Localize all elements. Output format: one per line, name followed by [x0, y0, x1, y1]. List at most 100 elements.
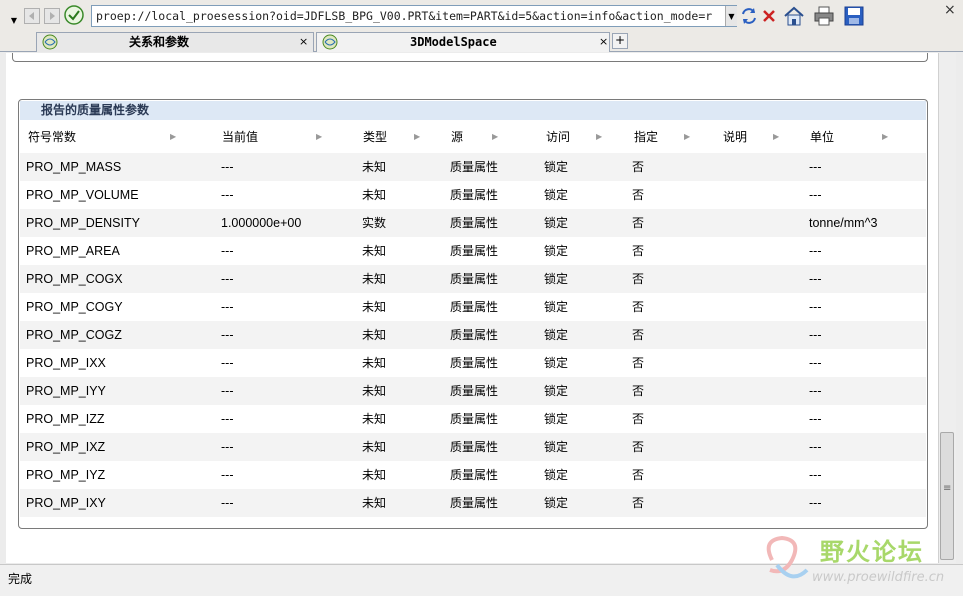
table-row[interactable]: PRO_MP_IXX --- 未知 质量属性 锁定 否 --- — [20, 349, 926, 377]
sort-arrow-icon[interactable]: ▶ — [684, 132, 690, 141]
cell-unit: --- — [809, 188, 822, 202]
printer-icon[interactable] — [812, 4, 836, 28]
table-header: 符号常数 ▶ 当前值 ▶ 类型 ▶ 源 ▶ 访问 ▶ 指定 ▶ 说明 ▶ 单位 … — [20, 122, 926, 152]
sort-arrow-icon[interactable]: ▶ — [773, 132, 779, 141]
cell-type: 未知 — [362, 384, 387, 398]
cell-designated: 否 — [632, 440, 645, 454]
table-row[interactable]: PRO_MP_COGX --- 未知 质量属性 锁定 否 --- — [20, 265, 926, 293]
cell-designated: 否 — [632, 188, 645, 202]
home-icon[interactable] — [782, 4, 806, 28]
cell-name: PRO_MP_MASS — [26, 160, 122, 174]
refresh-icon[interactable] — [739, 6, 759, 26]
cell-name: PRO_MP_AREA — [26, 244, 120, 258]
cell-access: 锁定 — [544, 188, 569, 202]
tab-globe-icon — [42, 34, 58, 50]
table-row[interactable]: PRO_MP_DENSITY 1.000000e+00 实数 质量属性 锁定 否 tonne… — [20, 209, 926, 237]
column-header-designated[interactable]: 指定 — [634, 122, 658, 152]
tab-bar: 关系和参数 × 3DModelSpace × — [0, 32, 963, 52]
cell-value: --- — [221, 412, 234, 426]
history-dropdown-icon[interactable]: ▼ — [4, 10, 24, 30]
cell-type: 未知 — [362, 412, 387, 426]
sort-arrow-icon[interactable]: ▶ — [170, 132, 176, 141]
cell-designated: 否 — [632, 160, 645, 174]
table-row[interactable]: PRO_MP_COGY --- 未知 质量属性 锁定 否 --- — [20, 293, 926, 321]
tab-label: 关系和参数 — [129, 35, 190, 49]
cell-designated: 否 — [632, 244, 645, 258]
cell-unit: --- — [809, 356, 822, 370]
table-row[interactable]: PRO_MP_VOLUME --- 未知 质量属性 锁定 否 --- — [20, 181, 926, 209]
cell-source: 质量属性 — [450, 216, 499, 230]
sort-arrow-icon[interactable]: ▶ — [414, 132, 420, 141]
cell-name: PRO_MP_IXX — [26, 356, 106, 370]
column-header-source[interactable]: 源 — [451, 122, 463, 152]
table-row[interactable]: PRO_MP_IXY --- 未知 质量属性 锁定 否 --- — [20, 489, 926, 517]
table-row[interactable]: PRO_MP_IXZ --- 未知 质量属性 锁定 否 --- — [20, 433, 926, 461]
cell-type: 未知 — [362, 496, 387, 510]
cell-access: 锁定 — [544, 272, 569, 286]
cell-access: 锁定 — [544, 216, 569, 230]
table-row[interactable]: PRO_MP_IZZ --- 未知 质量属性 锁定 否 --- — [20, 405, 926, 433]
cell-access: 锁定 — [544, 356, 569, 370]
tab-label: 3DModelSpace — [410, 35, 497, 49]
cell-source: 质量属性 — [450, 328, 499, 342]
cell-unit: --- — [809, 328, 822, 342]
back-arrow-icon[interactable] — [22, 6, 42, 26]
table-row[interactable]: PRO_MP_COGZ --- 未知 质量属性 锁定 否 --- — [20, 321, 926, 349]
cell-type: 未知 — [362, 468, 387, 482]
table-row[interactable]: PRO_MP_MASS --- 未知 质量属性 锁定 否 --- — [20, 153, 926, 181]
save-disk-icon[interactable] — [842, 4, 866, 28]
column-header-description[interactable]: 说明 — [723, 122, 747, 152]
go-icon[interactable] — [64, 5, 84, 25]
tab-globe-icon — [322, 34, 338, 50]
tab-close-icon[interactable]: × — [599, 33, 608, 51]
scrollbar-thumb[interactable] — [940, 432, 954, 560]
column-header-access[interactable]: 访问 — [546, 122, 570, 152]
column-header-value[interactable]: 当前值 — [222, 122, 258, 152]
cell-access: 锁定 — [544, 328, 569, 342]
forward-arrow-icon[interactable] — [42, 6, 62, 26]
url-input[interactable]: proep://local_proesession?oid=JDFLSB_BPG… — [91, 5, 737, 27]
cell-value: --- — [221, 160, 234, 174]
table-row[interactable]: PRO_MP_IYZ --- 未知 质量属性 锁定 否 --- — [20, 461, 926, 489]
cell-source: 质量属性 — [450, 356, 499, 370]
window-close-icon[interactable]: × — [944, 2, 956, 18]
cell-value: 1.000000e+00 — [221, 216, 302, 230]
cell-value: --- — [221, 272, 234, 286]
sort-arrow-icon[interactable]: ▶ — [596, 132, 602, 141]
content-area: 报告的质量属性参数 符号常数 ▶ 当前值 ▶ 类型 ▶ 源 ▶ 访问 ▶ 指定 … — [6, 53, 938, 563]
cell-name: PRO_MP_IZZ — [26, 412, 105, 426]
cell-value: --- — [221, 440, 234, 454]
status-bar: 完成 — [0, 564, 963, 596]
cell-type: 未知 — [362, 356, 387, 370]
tab-close-icon[interactable]: × — [299, 33, 308, 51]
sort-arrow-icon[interactable]: ▶ — [316, 132, 322, 141]
cell-designated: 否 — [632, 468, 645, 482]
column-header-unit[interactable]: 单位 — [810, 122, 834, 152]
tab-3dmodelspace[interactable]: 3DModelSpace × — [316, 32, 610, 52]
sort-arrow-icon[interactable]: ▶ — [882, 132, 888, 141]
cell-access: 锁定 — [544, 412, 569, 426]
tab-relations-parameters[interactable]: 关系和参数 × — [36, 32, 314, 52]
cell-type: 未知 — [362, 300, 387, 314]
cell-designated: 否 — [632, 300, 645, 314]
cell-name: PRO_MP_COGY — [26, 300, 123, 314]
cell-type: 未知 — [362, 160, 387, 174]
cell-source: 质量属性 — [450, 384, 499, 398]
table-row[interactable]: PRO_MP_AREA --- 未知 质量属性 锁定 否 --- — [20, 237, 926, 265]
table-row[interactable]: PRO_MP_IYY --- 未知 质量属性 锁定 否 --- — [20, 377, 926, 405]
cell-name: PRO_MP_IYZ — [26, 468, 106, 482]
new-tab-button[interactable]: + — [612, 33, 628, 49]
cell-access: 锁定 — [544, 468, 569, 482]
stop-icon[interactable] — [759, 6, 779, 26]
column-header-type[interactable]: 类型 — [363, 122, 387, 152]
cell-unit: --- — [809, 272, 822, 286]
cell-unit: --- — [809, 384, 822, 398]
cell-name: PRO_MP_IXZ — [26, 440, 106, 454]
cell-source: 质量属性 — [450, 188, 499, 202]
column-header-symbol[interactable]: 符号常数 — [28, 122, 76, 152]
sort-arrow-icon[interactable]: ▶ — [492, 132, 498, 141]
cell-source: 质量属性 — [450, 160, 499, 174]
cell-unit: --- — [809, 468, 822, 482]
url-dropdown-icon[interactable]: ▼ — [725, 6, 737, 26]
cell-designated: 否 — [632, 356, 645, 370]
